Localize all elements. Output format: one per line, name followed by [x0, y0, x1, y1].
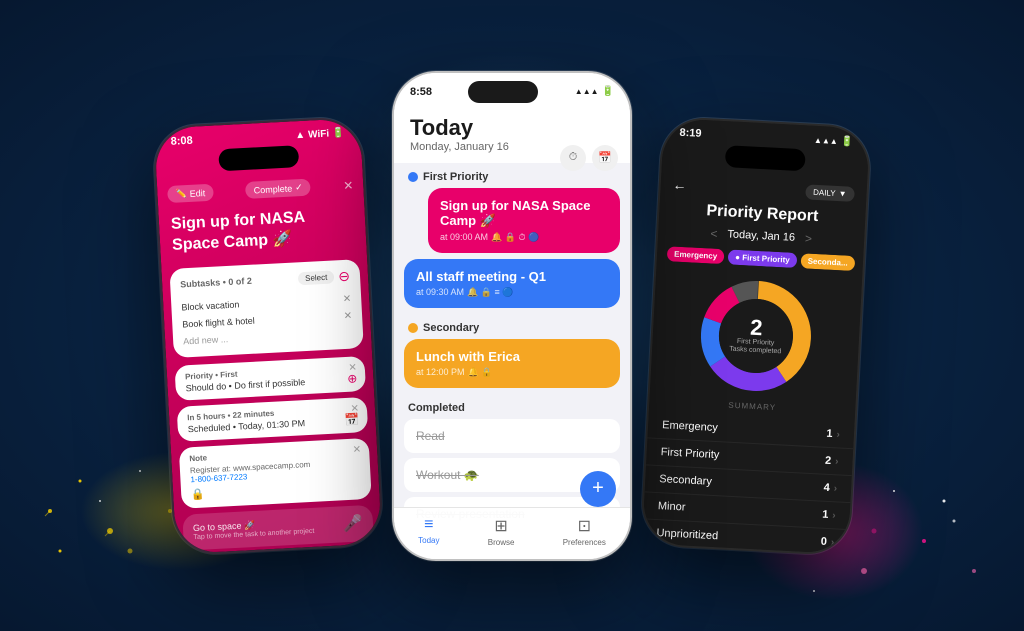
completed-item-read: Read — [404, 419, 620, 453]
donut-label: First PriorityTasks completed — [729, 337, 782, 356]
subtasks-section: Subtasks • 0 of 2 Select ⊖ Block vacatio… — [169, 258, 363, 357]
tab-preferences[interactable]: ⊡ Preferences — [563, 516, 606, 547]
dynamic-island-right — [725, 145, 806, 171]
add-task-button[interactable]: + — [580, 471, 616, 507]
timer-icon-btn[interactable]: ⏱ — [560, 145, 586, 171]
date-next[interactable]: > — [805, 231, 813, 245]
back-button[interactable]: ← — [672, 176, 687, 193]
task-card-lunch[interactable]: Lunch with Erica at 12:00 PM 🔔 🔒 — [404, 339, 620, 388]
donut-chart: 2 First PriorityTasks completed — [693, 272, 819, 398]
task-title-nasa: Sign up for NASA Space Camp 🚀 — [440, 198, 608, 229]
phone-center: 8:58 ▲▲▲ 🔋 Today Monday, January 16 ⏱ 📅 — [392, 71, 632, 561]
status-time-center: 8:58 — [410, 86, 432, 98]
note-section: ✕ Note Register at: www.spacecamp.com 1-… — [179, 437, 372, 508]
task-title-left: Sign up for NASA Space Camp 🚀 — [158, 200, 367, 268]
tab-today[interactable]: ≡ Today — [418, 516, 439, 547]
pill-emergency[interactable]: Emergency — [667, 246, 725, 264]
priority-row: ✕ Priority • First Should do • Do first … — [174, 355, 366, 400]
section-completed: Completed — [394, 394, 630, 419]
tab-bar: ≡ Today ⊞ Browse ⊡ Preferences — [394, 507, 630, 559]
complete-button[interactable]: Complete ✓ — [245, 178, 311, 198]
priority-pills: Emergency ● First Priority Seconda... — [657, 245, 864, 271]
select-button[interactable]: Select — [298, 270, 335, 285]
pill-secondary[interactable]: Seconda... — [800, 253, 855, 271]
task-card-meeting[interactable]: All staff meeting - Q1 at 09:30 AM 🔔 🔒 ≡… — [404, 259, 620, 308]
tab-browse[interactable]: ⊞ Browse — [488, 516, 515, 547]
date-prev[interactable]: < — [710, 226, 718, 240]
phone-left: 8:08 ▲ WiFi 🔋 ✏️ Edit Complete ✓ — [152, 115, 384, 555]
close-button[interactable]: ✕ — [343, 177, 354, 192]
calendar-icon-btn[interactable]: 📅 — [592, 145, 618, 171]
donut-number: 2 — [750, 316, 763, 339]
go-to-space-bar[interactable]: Go to space 🚀 Tap to move the task to an… — [182, 504, 374, 550]
pill-first-priority[interactable]: ● First Priority — [728, 249, 797, 268]
status-time-left: 8:08 — [170, 134, 193, 147]
status-bar-center: 8:58 ▲▲▲ 🔋 — [394, 73, 630, 107]
task-title-meeting: All staff meeting - Q1 — [416, 269, 608, 284]
task-card-nasa[interactable]: Sign up for NASA Space Camp 🚀 at 09:00 A… — [428, 188, 620, 253]
status-time-right: 8:19 — [679, 126, 702, 139]
date-display: Today, Jan 16 — [727, 228, 795, 244]
page-title-center: Today — [410, 115, 614, 141]
daily-button[interactable]: DAILY ▼ — [805, 183, 855, 201]
subtasks-label: Subtasks • 0 of 2 — [180, 275, 252, 289]
task-title-lunch: Lunch with Erica — [416, 349, 608, 364]
schedule-row: ✕ In 5 hours • 22 minutes Scheduled • To… — [177, 396, 369, 441]
phones-container: 8:08 ▲ WiFi 🔋 ✏️ Edit Complete ✓ — [162, 71, 862, 561]
go-to-button[interactable]: Go to... — [318, 477, 361, 492]
phone-right: 8:19 ▲▲▲ 🔋 ← DAILY ▼ Priority Report < — [640, 115, 872, 555]
section-secondary: Secondary — [394, 314, 630, 339]
edit-button[interactable]: ✏️ Edit — [167, 183, 214, 202]
dynamic-island-left — [218, 145, 299, 171]
